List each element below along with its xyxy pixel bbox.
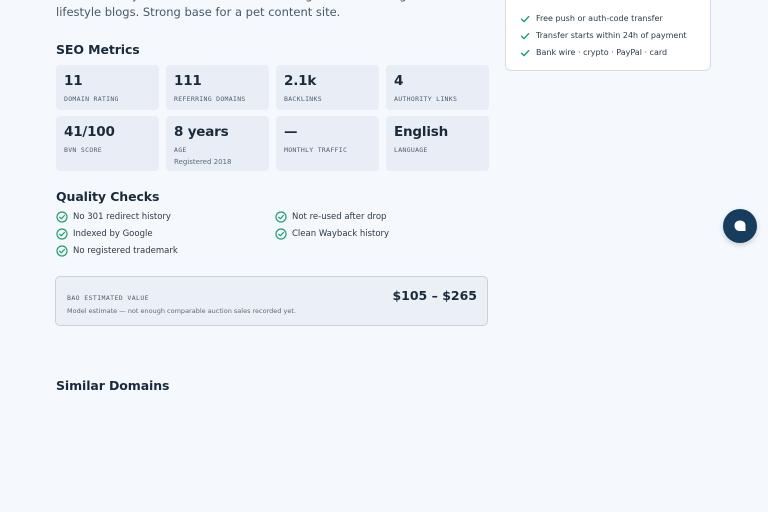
check-icon	[520, 15, 530, 22]
seo-metrics-title: SEO Metrics	[56, 42, 140, 57]
quality-check-item: Indexed by Google	[56, 228, 275, 240]
metric-label: BVN SCORE	[64, 146, 102, 154]
metric-label: REFERRING DOMAINS	[174, 95, 246, 103]
quality-check-label: Indexed by Google	[73, 229, 153, 239]
metric-domain-rating: 11 DOMAIN RATING	[56, 65, 159, 110]
quality-check-item: No 301 redirect history	[56, 211, 275, 223]
check-circle-icon	[56, 228, 68, 240]
metric-label: MONTHLY TRAFFIC	[284, 146, 348, 154]
metric-backlinks: 2.1k BACKLINKS	[276, 65, 379, 110]
chat-bubble-icon	[734, 220, 746, 231]
metric-label: AUTHORITY LINKS	[394, 95, 458, 103]
metric-value: —	[284, 124, 298, 140]
metric-language: English LANGUAGE	[386, 116, 489, 171]
quality-check-label: No 301 redirect history	[73, 212, 171, 222]
chat-button[interactable]	[723, 209, 757, 243]
estimated-value-card: BAO ESTIMATED VALUE Model estimate — not…	[55, 276, 488, 326]
estimated-value-label: BAO ESTIMATED VALUE	[67, 294, 149, 302]
check-circle-icon	[56, 245, 68, 257]
metric-age: 8 years AGE Registered 2018	[166, 116, 269, 171]
quality-check-label: Not re-used after drop	[292, 212, 387, 222]
domain-description: Pet-and-lifestyle domain with 100+ refer…	[56, 0, 446, 19]
transfer-feature-item: Bank wire · crypto · PayPal · card	[520, 47, 687, 58]
transfer-feature-label: Free push or auth-code transfer	[536, 14, 663, 23]
quality-checks-title: Quality Checks	[56, 189, 160, 204]
metric-label: DOMAIN RATING	[64, 95, 119, 103]
metric-value: 41/100	[64, 124, 115, 140]
metric-value: English	[394, 124, 448, 140]
metric-monthly-traffic: — MONTHLY TRAFFIC	[276, 116, 379, 171]
transfer-feature-item: Transfer starts within 24h of payment	[520, 30, 687, 41]
check-circle-icon	[275, 228, 287, 240]
transfer-feature-label: Transfer starts within 24h of payment	[536, 31, 687, 40]
check-circle-icon	[56, 211, 68, 223]
transfer-feature-label: Bank wire · crypto · PayPal · card	[536, 48, 668, 57]
transfer-feature-item: Free push or auth-code transfer	[520, 13, 687, 24]
transfer-features-list: Free push or auth-code transfer Transfer…	[520, 13, 687, 64]
metric-value: 4	[394, 73, 404, 89]
quality-check-item: No registered trademark	[56, 245, 275, 257]
metric-value: 8 years	[174, 124, 229, 140]
seo-metrics-grid: 11 DOMAIN RATING 111 REFERRING DOMAINS 2…	[56, 65, 489, 171]
metric-label: AGE	[174, 146, 187, 154]
check-icon	[520, 32, 530, 39]
metric-label: LANGUAGE	[394, 146, 428, 154]
metric-bvn-score: 41/100 BVN SCORE	[56, 116, 159, 171]
quality-check-label: Clean Wayback history	[292, 229, 390, 239]
check-circle-icon	[275, 211, 287, 223]
quality-check-item: Not re-used after drop	[275, 211, 492, 223]
metric-value: 2.1k	[284, 73, 317, 89]
quality-check-label: No registered trademark	[73, 246, 178, 256]
estimated-value-note: Model estimate — not enough comparable a…	[67, 307, 296, 315]
quality-checks-list: No 301 redirect history Not re-used afte…	[56, 211, 492, 257]
estimated-value-price: $105 – $265	[392, 288, 477, 303]
metric-sublabel: Registered 2018	[174, 158, 232, 166]
quality-check-item: Clean Wayback history	[275, 228, 492, 240]
metric-authority-links: 4 AUTHORITY LINKS	[386, 65, 489, 110]
similar-domains-title: Similar Domains	[56, 378, 170, 393]
metric-value: 111	[174, 73, 202, 89]
metric-referring-domains: 111 REFERRING DOMAINS	[166, 65, 269, 110]
transfer-info-panel: Free push or auth-code transfer Transfer…	[505, 0, 711, 71]
check-icon	[520, 49, 530, 56]
metric-value: 11	[64, 73, 83, 89]
metric-label: BACKLINKS	[284, 95, 322, 103]
